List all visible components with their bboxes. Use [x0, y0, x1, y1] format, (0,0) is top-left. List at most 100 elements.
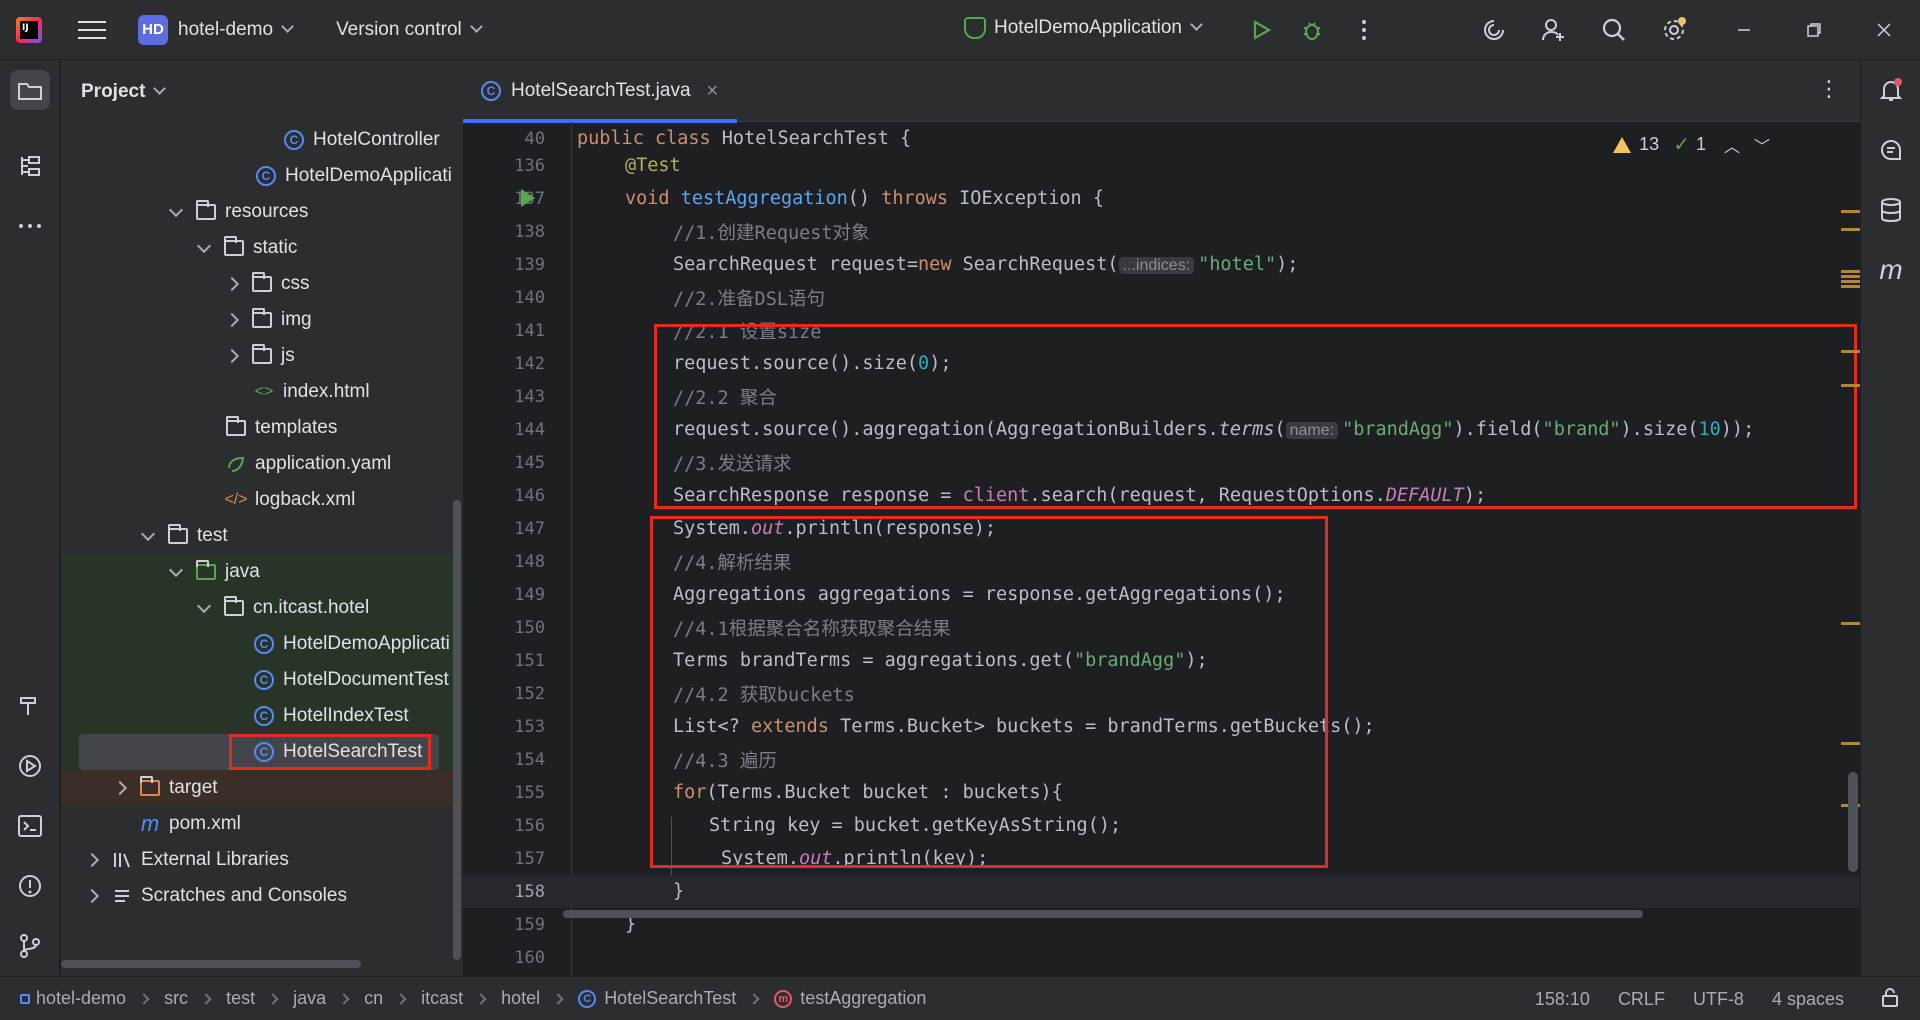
tree-item[interactable]: <> index.html — [61, 374, 463, 410]
code-line-current[interactable]: 158} — [463, 875, 1860, 908]
tree-item[interactable]: C HotelDemoApplicati — [61, 626, 463, 662]
folder-icon — [252, 344, 272, 364]
code-line[interactable]: 138//1.创建Request对象 — [463, 215, 1860, 248]
tree-item[interactable]: resources — [61, 194, 463, 230]
project-badge[interactable]: HD — [138, 14, 168, 45]
more-tools-icon[interactable] — [10, 206, 50, 246]
project-tool-folder-icon[interactable] — [10, 70, 50, 110]
expand-arrow-icon[interactable] — [196, 238, 212, 254]
expand-arrow-icon[interactable] — [168, 202, 184, 218]
tree-item[interactable]: C HotelDocumentTest — [61, 662, 463, 698]
package-icon — [224, 596, 244, 616]
breadcrumb-item[interactable]: itcast — [421, 988, 463, 1009]
project-horizontal-scrollbar[interactable] — [61, 960, 361, 968]
tab-close-icon[interactable]: × — [707, 80, 719, 103]
module-icon — [20, 993, 30, 1004]
tree-item-selected[interactable]: C HotelSearchTest — [61, 734, 463, 770]
file-encoding[interactable]: UTF-8 — [1693, 989, 1744, 1010]
tree-item[interactable]: css — [61, 266, 463, 302]
excluded-folder-icon — [140, 776, 160, 796]
expand-arrow-icon[interactable] — [140, 526, 156, 542]
tree-item[interactable]: application.yaml — [61, 446, 463, 482]
code-line[interactable]: 139 SearchRequest request=new SearchReque… — [463, 248, 1860, 281]
code-line[interactable]: 136 @Test — [463, 149, 1860, 182]
tree-item[interactable]: templates — [61, 410, 463, 446]
tree-item[interactable]: m pom.xml — [61, 806, 463, 842]
collapse-arrow-icon[interactable] — [224, 312, 240, 328]
settings-gear-icon[interactable] — [1658, 14, 1690, 46]
main-menu-icon[interactable] — [78, 20, 106, 39]
tree-item[interactable]: C HotelIndexTest — [61, 698, 463, 734]
breadcrumb-item[interactable]: testAggregation — [800, 988, 926, 1009]
more-actions-icon[interactable] — [1348, 14, 1380, 46]
run-configuration-selector[interactable]: HotelDemoApplication — [964, 17, 1203, 39]
breadcrumb-item[interactable]: HotelSearchTest — [604, 988, 736, 1009]
breadcrumb-item[interactable]: test — [226, 988, 255, 1009]
maven-tool-icon[interactable]: m — [1871, 250, 1911, 290]
collapse-arrow-icon[interactable] — [224, 276, 240, 292]
collapse-arrow-icon[interactable] — [224, 348, 240, 364]
code-line[interactable]: 160 — [463, 941, 1860, 974]
structure-icon[interactable] — [10, 146, 50, 186]
tree-item[interactable]: cn.itcast.hotel — [61, 590, 463, 626]
maven-icon: m — [140, 811, 160, 836]
problems-icon[interactable] — [10, 866, 50, 906]
tree-item[interactable]: js — [61, 338, 463, 374]
tree-item[interactable]: img — [61, 302, 463, 338]
tree-item[interactable]: C HotelController — [61, 122, 463, 158]
debug-icon[interactable] — [1296, 14, 1328, 46]
git-branch-icon[interactable] — [10, 926, 50, 966]
line-separator[interactable]: CRLF — [1618, 989, 1665, 1010]
caret-position[interactable]: 158:10 — [1535, 989, 1590, 1010]
code-line[interactable]: 140//2.准备DSL语句 — [463, 281, 1860, 314]
notifications-bell-icon[interactable] — [1871, 70, 1911, 110]
run-test-gutter-icon[interactable] — [521, 189, 535, 207]
project-panel-header[interactable]: Project — [61, 60, 463, 124]
tree-item[interactable]: test — [61, 518, 463, 554]
tree-item[interactable]: C HotelDemoApplicati — [61, 158, 463, 194]
project-vertical-scrollbar[interactable] — [453, 500, 461, 960]
tree-item[interactable]: External Libraries — [61, 842, 463, 878]
breadcrumb-item[interactable]: hotel-demo — [36, 988, 126, 1009]
collapse-arrow-icon[interactable] — [84, 888, 100, 904]
build-hammer-icon[interactable] — [10, 686, 50, 726]
restore-icon[interactable] — [1798, 14, 1830, 46]
breadcrumb-item[interactable]: src — [164, 988, 188, 1009]
minimize-icon[interactable] — [1728, 14, 1760, 46]
code-area[interactable]: 13 ✓ 1 ︿ ﹀ 40 public class HotelSearchTest… — [463, 122, 1860, 976]
title-bar: IJ HD hotel-demo Version control HotelDe… — [0, 0, 1920, 60]
collapse-arrow-icon[interactable] — [84, 852, 100, 868]
spring-boot-icon — [964, 17, 986, 39]
tree-item[interactable]: static — [61, 230, 463, 266]
tab-hotel-search-test[interactable]: C HotelSearchTest.java × — [463, 60, 737, 123]
add-user-icon[interactable] — [1538, 14, 1570, 46]
tab-options-icon[interactable]: ⋮ — [1818, 76, 1840, 102]
project-selector[interactable]: hotel-demo — [178, 19, 294, 41]
services-run-icon[interactable] — [10, 746, 50, 786]
tree-item[interactable]: java — [61, 554, 463, 590]
read-only-lock-icon[interactable] — [1880, 987, 1900, 1012]
run-icon[interactable] — [1245, 14, 1277, 46]
breadcrumb-item[interactable]: java — [293, 988, 326, 1009]
right-tool-strip: m — [1860, 60, 1920, 976]
code-line[interactable]: 137 void testAggregation() throws IOExcep… — [463, 182, 1860, 215]
editor-vertical-scrollbar[interactable] — [1848, 772, 1858, 872]
expand-arrow-icon[interactable] — [168, 562, 184, 578]
breadcrumb-item[interactable]: hotel — [501, 988, 540, 1009]
tree-item[interactable]: target — [61, 770, 463, 806]
editor-horizontal-scrollbar[interactable] — [563, 910, 1643, 918]
ai-assistant-icon[interactable] — [1478, 14, 1510, 46]
expand-arrow-icon[interactable] — [196, 598, 212, 614]
chevron-down-icon — [1190, 17, 1203, 31]
terminal-icon[interactable] — [10, 806, 50, 846]
collapse-arrow-icon[interactable] — [112, 780, 128, 796]
breadcrumb-item[interactable]: cn — [364, 988, 383, 1009]
tree-item[interactable]: </> logback.xml — [61, 482, 463, 518]
indent-setting[interactable]: 4 spaces — [1772, 989, 1844, 1010]
tree-item[interactable]: Scratches and Consoles — [61, 878, 463, 914]
search-icon[interactable] — [1598, 14, 1630, 46]
close-icon[interactable] — [1868, 14, 1900, 46]
version-control-menu[interactable]: Version control — [336, 19, 483, 41]
ai-chat-icon[interactable] — [1871, 130, 1911, 170]
database-icon[interactable] — [1871, 190, 1911, 230]
